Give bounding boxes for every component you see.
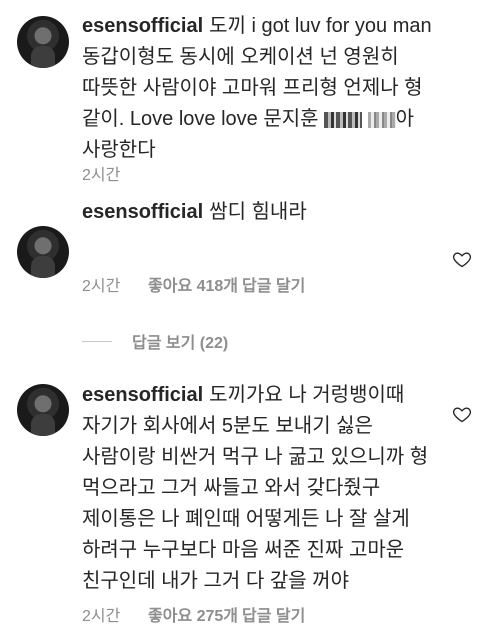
reply-button[interactable]: 답글 달기	[242, 602, 305, 626]
username[interactable]: esensofficial	[82, 384, 203, 406]
timestamp: 2시간	[82, 167, 121, 184]
comment-meta: 2시간 좋아요 275개 답글 달기	[82, 602, 305, 626]
comment-body: 쌈디 힘내라	[209, 201, 307, 223]
reply-button[interactable]: 답글 달기	[242, 272, 305, 296]
comment-text: esensofficial 쌈디 힘내라	[82, 197, 440, 228]
comment-body: 도끼가요 나 거렁뱅이때 자기가 회사에서 5분도 보내기 싫은 사람이랑 비싼…	[82, 384, 429, 592]
avatar[interactable]	[17, 16, 69, 68]
heart-icon[interactable]	[452, 404, 472, 424]
avatar[interactable]	[17, 384, 69, 436]
view-replies-button[interactable]: 답글 보기 (22)	[82, 329, 228, 353]
comment-text: esensofficial 도끼가요 나 거렁뱅이때 자기가 회사에서 5분도 보…	[82, 380, 440, 597]
avatar[interactable]	[17, 226, 69, 278]
likes-count[interactable]: 좋아요 275개	[148, 602, 242, 626]
divider-line	[82, 340, 112, 342]
timestamp: 2시간	[82, 608, 121, 625]
timestamp: 2시간	[82, 278, 121, 295]
username[interactable]: esensofficial	[82, 201, 203, 223]
comment-text: esensofficial 도끼 i got luv for you man 동갑…	[82, 11, 440, 166]
comment-meta: 2시간 좋아요 418개 답글 달기	[82, 272, 305, 296]
view-replies-label: 답글 보기 (22)	[132, 335, 229, 352]
likes-count[interactable]: 좋아요 418개	[148, 272, 242, 296]
comment-meta: 2시간	[82, 161, 148, 185]
heart-icon[interactable]	[452, 249, 472, 269]
username[interactable]: esensofficial	[82, 15, 203, 37]
redacted-block	[324, 111, 363, 128]
redacted-block	[367, 111, 396, 128]
